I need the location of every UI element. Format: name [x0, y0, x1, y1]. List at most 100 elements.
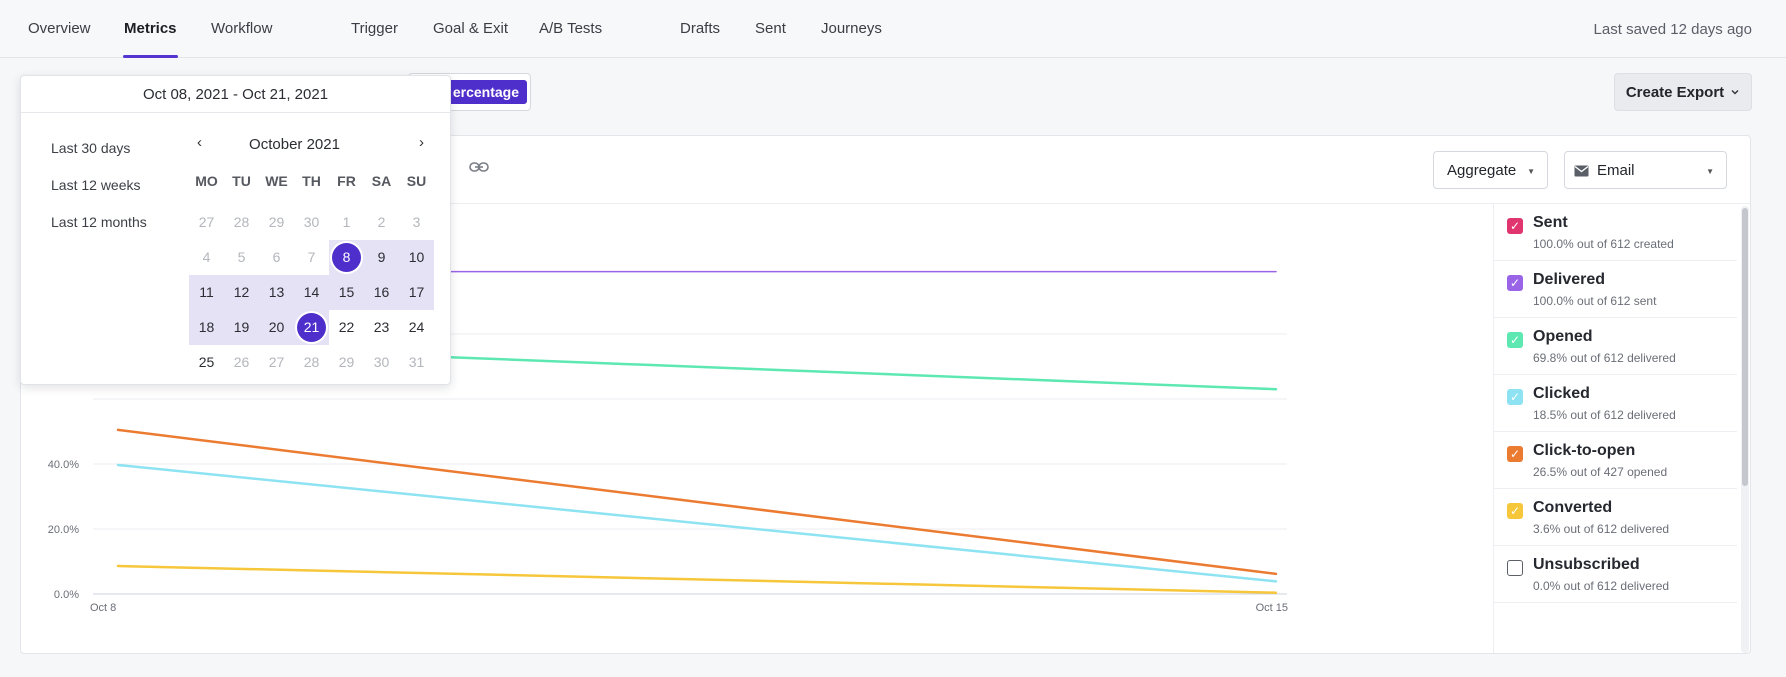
calendar-day[interactable]: 17 — [399, 275, 434, 310]
calendar-day[interactable]: 21 — [294, 310, 329, 345]
preset-last-12-weeks[interactable]: Last 12 weeks — [51, 177, 141, 193]
legend-item-opened[interactable]: ✓ Opened 69.8% out of 612 delivered — [1494, 318, 1737, 375]
x-tick-label: Oct 15 — [1256, 602, 1288, 614]
aggregate-select-value: Aggregate — [1447, 161, 1517, 179]
calendar-day[interactable]: 3 — [399, 205, 434, 240]
series-line-clicked[interactable] — [116, 463, 1278, 583]
calendar-day[interactable]: 14 — [294, 275, 329, 310]
legend-item-name: Unsubscribed — [1533, 556, 1640, 573]
last-saved-status: Last saved 12 days ago — [1593, 21, 1752, 38]
y-tick-label: 0.0% — [54, 589, 79, 601]
legend-item-delivered[interactable]: ✓ Delivered 100.0% out of 612 sent — [1494, 261, 1737, 318]
calendar-day[interactable]: 8 — [329, 240, 364, 275]
calendar-day[interactable]: 31 — [399, 345, 434, 380]
calendar-day[interactable]: 1 — [329, 205, 364, 240]
calendar-day[interactable]: 10 — [399, 240, 434, 275]
checkbox-checked-icon[interactable]: ✓ — [1507, 446, 1523, 462]
y-tick-label: 40.0% — [48, 459, 79, 471]
aggregate-select[interactable]: Aggregate ▼ — [1433, 151, 1548, 189]
calendar-day[interactable]: 6 — [259, 240, 294, 275]
legend-item-sent[interactable]: ✓ Sent 100.0% out of 612 created — [1494, 204, 1737, 261]
calendar-day[interactable]: 26 — [224, 345, 259, 380]
calendar-day[interactable]: 7 — [294, 240, 329, 275]
calendar-day[interactable]: 24 — [399, 310, 434, 345]
calendar-day[interactable]: 20 — [259, 310, 294, 345]
calendar-day[interactable]: 25 — [189, 345, 224, 380]
link-icon[interactable] — [469, 160, 489, 174]
legend-scrollbar-thumb[interactable] — [1742, 208, 1748, 486]
tab-journeys[interactable]: Journeys — [821, 20, 882, 37]
calendar-day[interactable]: 29 — [329, 345, 364, 380]
calendar-day[interactable]: 16 — [364, 275, 399, 310]
tab-drafts[interactable]: Drafts — [680, 20, 720, 37]
calendar-day[interactable]: 19 — [224, 310, 259, 345]
calendar-day[interactable]: 28 — [224, 205, 259, 240]
channel-select[interactable]: Email ▼ — [1564, 151, 1727, 189]
create-export-label: Create Export — [1625, 83, 1725, 101]
selected-day-marker[interactable]: 21 — [297, 313, 326, 342]
create-export-button[interactable]: Create Export — [1614, 73, 1752, 111]
tab-metrics[interactable]: Metrics — [123, 20, 178, 58]
checkbox-checked-icon[interactable]: ✓ — [1507, 503, 1523, 519]
preset-last-30-days[interactable]: Last 30 days — [51, 140, 130, 156]
calendar-day[interactable]: 30 — [294, 205, 329, 240]
calendar-day[interactable]: 4 — [189, 240, 224, 275]
caret-down-icon: ▼ — [1527, 167, 1535, 176]
checkbox-checked-icon[interactable]: ✓ — [1507, 275, 1523, 291]
calendar-day[interactable]: 30 — [364, 345, 399, 380]
calendar-day[interactable]: 18 — [189, 310, 224, 345]
calendar-day[interactable]: 12 — [224, 275, 259, 310]
selected-day-marker[interactable]: 8 — [332, 243, 361, 272]
checkbox-checked-icon[interactable]: ✓ — [1507, 218, 1523, 234]
tab-sent[interactable]: Sent — [755, 20, 786, 37]
legend-item-clicked[interactable]: ✓ Clicked 18.5% out of 612 delivered — [1494, 375, 1737, 432]
checkbox-unchecked-icon[interactable] — [1507, 560, 1523, 576]
legend-item-click-to-open[interactable]: ✓ Click-to-open 26.5% out of 427 opened — [1494, 432, 1737, 489]
weekday-label: TH — [302, 173, 321, 189]
top-navigation: Overview Metrics Workflow Trigger Goal &… — [0, 0, 1786, 58]
legend-item-detail: 100.0% out of 612 sent — [1533, 294, 1657, 308]
calendar-month-title: October 2021 — [249, 136, 340, 153]
tab-goal-exit[interactable]: Goal & Exit — [433, 20, 508, 37]
date-range-display[interactable]: Oct 08, 2021 - Oct 21, 2021 — [21, 76, 450, 113]
legend-item-detail: 26.5% out of 427 opened — [1533, 465, 1668, 479]
calendar-day[interactable]: 27 — [189, 205, 224, 240]
series-line-converted[interactable] — [116, 564, 1278, 594]
calendar-day[interactable]: 23 — [364, 310, 399, 345]
y-tick-label: 20.0% — [48, 524, 79, 536]
chevron-down-icon — [1730, 84, 1740, 101]
preset-last-12-months[interactable]: Last 12 months — [51, 214, 147, 230]
calendar-day[interactable]: 29 — [259, 205, 294, 240]
calendar-day[interactable]: 13 — [259, 275, 294, 310]
next-month-icon[interactable]: › — [419, 134, 424, 151]
percentage-option[interactable]: ercentage — [439, 80, 527, 104]
legend-item-detail: 100.0% out of 612 created — [1533, 237, 1674, 251]
legend-item-unsubscribed[interactable]: Unsubscribed 0.0% out of 612 delivered — [1494, 546, 1737, 603]
weekday-label: SA — [371, 173, 392, 189]
envelope-icon — [1574, 164, 1589, 177]
weekday-label: SU — [406, 173, 427, 189]
calendar-day[interactable]: 5 — [224, 240, 259, 275]
calendar-day[interactable]: 9 — [364, 240, 399, 275]
metrics-legend: ✓ Sent 100.0% out of 612 created ✓ Delivered… — [1493, 204, 1737, 653]
tab-overview[interactable]: Overview — [28, 20, 91, 37]
checkbox-checked-icon[interactable]: ✓ — [1507, 332, 1523, 348]
calendar-day[interactable]: 2 — [364, 205, 399, 240]
tab-workflow[interactable]: Workflow — [211, 20, 272, 37]
weekday-label: WE — [265, 173, 288, 189]
legend-item-converted[interactable]: ✓ Converted 3.6% out of 612 delivered — [1494, 489, 1737, 546]
weekday-label: FR — [337, 173, 356, 189]
calendar-day[interactable]: 27 — [259, 345, 294, 380]
tab-ab-tests[interactable]: A/B Tests — [539, 20, 602, 37]
series-line-click-to-open[interactable] — [116, 428, 1278, 576]
calendar-day[interactable]: 15 — [329, 275, 364, 310]
tab-trigger[interactable]: Trigger — [351, 20, 398, 37]
checkbox-checked-icon[interactable]: ✓ — [1507, 389, 1523, 405]
legend-item-name: Sent — [1533, 214, 1568, 231]
weekday-label: MO — [195, 173, 218, 189]
calendar-day[interactable]: 28 — [294, 345, 329, 380]
calendar-day[interactable]: 11 — [189, 275, 224, 310]
legend-item-detail: 0.0% out of 612 delivered — [1533, 579, 1670, 593]
legend-item-detail: 3.6% out of 612 delivered — [1533, 522, 1670, 536]
calendar-day[interactable]: 22 — [329, 310, 364, 345]
